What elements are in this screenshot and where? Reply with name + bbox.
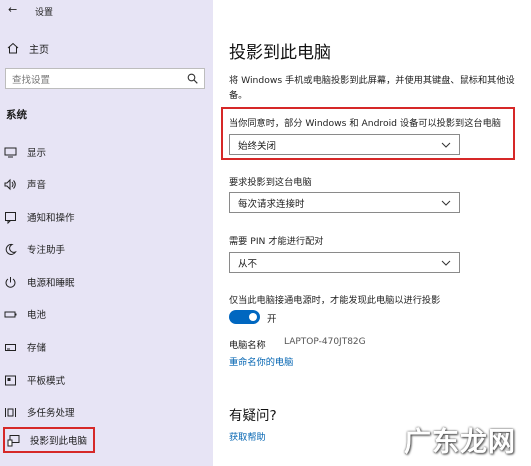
faq-title: 有疑问? xyxy=(229,408,277,424)
pin-pairing-value: 从不 xyxy=(238,258,258,270)
sidebar-item-sound[interactable]: 声音 xyxy=(4,175,46,193)
sidebar-item-multitasking[interactable]: 多任务处理 xyxy=(4,403,75,421)
pc-name-value: LAPTOP-470JT82G xyxy=(284,337,366,347)
notification-icon xyxy=(5,211,16,224)
sidebar-item-display[interactable]: 显示 xyxy=(4,143,46,161)
search-placeholder: 查找设置 xyxy=(12,74,51,86)
allow-projection-dropdown[interactable]: 始终关闭 xyxy=(229,134,460,155)
display-icon xyxy=(4,147,17,157)
power-icon xyxy=(5,276,16,288)
chevron-down-icon xyxy=(441,260,451,266)
home-icon xyxy=(7,42,19,54)
chevron-down-icon xyxy=(441,142,451,148)
watermark-logo: 广东龙网 xyxy=(404,427,516,458)
page-title: 投影到此电脑 xyxy=(229,43,331,63)
search-icon xyxy=(187,73,198,84)
request-projection-dropdown[interactable]: 每次请求连接时 xyxy=(229,192,460,213)
page-description: 将 Windows 手机或电脑投影到此屏幕，并使用其键盘、鼠标和其他设备。 xyxy=(229,75,515,101)
sidebar-section-system: 系统 xyxy=(6,109,27,121)
get-help-link[interactable]: 获取帮助 xyxy=(229,429,266,443)
back-arrow-icon[interactable]: ← xyxy=(8,3,17,16)
sidebar-item-battery[interactable]: 电池 xyxy=(4,305,46,323)
toggle-knob xyxy=(249,313,257,321)
multitask-icon xyxy=(5,407,16,417)
sidebar-item-power-sleep[interactable]: 电源和睡眠 xyxy=(4,273,75,291)
sidebar-item-project-to-pc[interactable]: 投影到此电脑 xyxy=(3,427,96,453)
setting-pin-label: 需要 PIN 才能进行配对 xyxy=(229,236,324,247)
pin-pairing-dropdown[interactable]: 从不 xyxy=(229,252,460,273)
sound-icon xyxy=(4,178,16,190)
sidebar-item-tablet-mode[interactable]: 平板模式 xyxy=(4,371,65,389)
allow-projection-value: 始终关闭 xyxy=(238,140,277,152)
storage-icon xyxy=(5,343,16,351)
setting-request-label: 要求投影到这台电脑 xyxy=(229,177,312,188)
sidebar: ← 设置 主页 查找设置 系统 显示 声音 通知和操作 专注助手 电源和睡眠 电… xyxy=(0,0,213,466)
pc-name-label: 电脑名称 xyxy=(229,340,266,351)
sidebar-item-focus-assist[interactable]: 专注助手 xyxy=(4,240,65,258)
moon-icon xyxy=(5,243,17,255)
setting-power-discovery-label: 仅当此电脑接通电源时，才能发现此电脑以进行投影 xyxy=(229,295,441,306)
toggle-state-text: 开 xyxy=(267,314,277,325)
battery-icon xyxy=(4,311,17,317)
search-input[interactable]: 查找设置 xyxy=(5,68,205,89)
rename-pc-link[interactable]: 重命名你的电脑 xyxy=(229,354,293,368)
home-label: 主页 xyxy=(29,44,49,56)
request-projection-value: 每次请求连接时 xyxy=(238,198,305,210)
tablet-icon xyxy=(5,375,16,385)
setting-allow-projection-label: 当你同意时，部分 Windows 和 Android 设备可以投影到这台电脑 xyxy=(229,118,501,129)
sidebar-item-home[interactable]: 主页 xyxy=(7,40,49,56)
project-icon xyxy=(7,434,20,446)
chevron-down-icon xyxy=(441,200,451,206)
sidebar-item-storage[interactable]: 存储 xyxy=(4,338,46,356)
sidebar-item-notifications[interactable]: 通知和操作 xyxy=(4,208,75,226)
window-title: 设置 xyxy=(35,8,54,18)
power-discovery-toggle[interactable] xyxy=(229,310,260,324)
